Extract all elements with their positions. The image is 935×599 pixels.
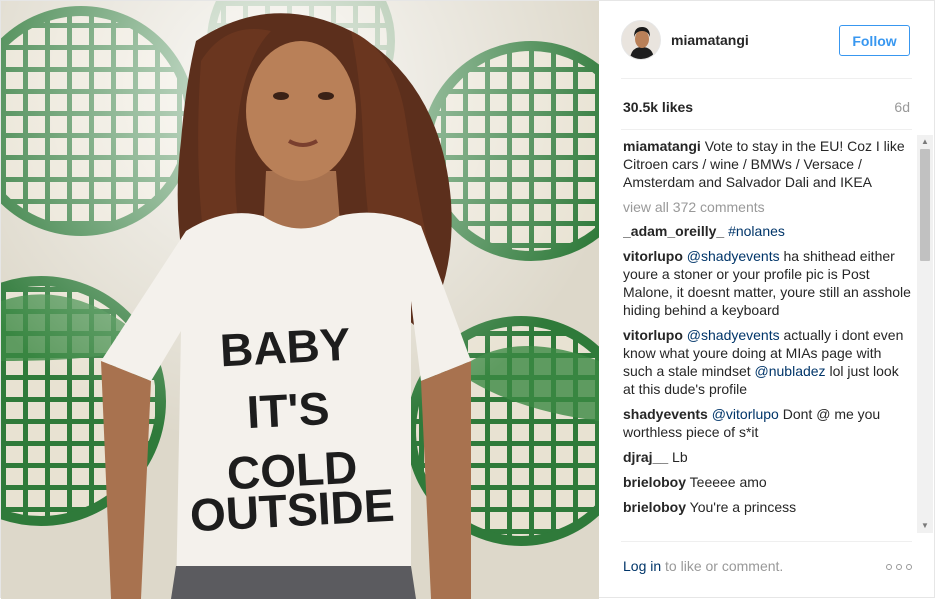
login-link[interactable]: Log in [623,558,661,574]
comment: brieloboy You're a princess [623,498,913,516]
comment-container: _adam_oreilly_ #nolanes vitorlupo @shadye… [623,222,913,516]
shirt-text-line-2: IT'S [246,382,331,438]
follow-button[interactable]: Follow [839,25,910,56]
comment: _adam_oreilly_ #nolanes [623,222,913,240]
footer-divider [621,541,912,542]
view-all-comments-link[interactable]: view all 372 comments [623,198,913,216]
post-photo-illustration: BABY IT'S COLD OUTSIDE [1,1,599,599]
comment-text: Lb [672,449,688,465]
more-dot [886,564,892,570]
header-divider [621,78,912,79]
scroll-up-arrow-icon[interactable]: ▲ [917,135,933,149]
comment-author[interactable]: shadyevents [623,406,708,422]
avatar[interactable] [621,20,661,60]
comment: djraj__ Lb [623,448,913,466]
login-prompt: Log in to like or comment. [623,558,783,574]
comment-author[interactable]: djraj__ [623,449,668,465]
likes-row: 30.5k likes 6d [621,99,912,119]
likes-divider [621,129,912,130]
avatar-image [622,21,660,59]
comments-list[interactable]: miamatangi Vote to stay in the EU! Coz I… [623,137,913,533]
instagram-post: BABY IT'S COLD OUTSIDE miamatangi Follow [0,0,935,599]
post-author-username[interactable]: miamatangi [671,32,749,48]
shirt-text-line-4: OUTSIDE [189,479,396,542]
caption-author[interactable]: miamatangi [623,138,701,154]
likes-count[interactable]: 30.5k likes [623,99,693,115]
comment-mention-link[interactable]: @shadyevents [687,327,780,343]
comment-author[interactable]: vitorlupo [623,327,683,343]
comment-hashtag-link[interactable]: #nolanes [728,223,785,239]
shirt-text-line-1: BABY [219,318,352,377]
comment: vitorlupo @shadyevents ha shithead eithe… [623,247,913,319]
comment-mention-link[interactable]: @shadyevents [687,248,780,264]
more-dot [906,564,912,570]
comment: brieloboy Teeeee amo [623,473,913,491]
comment-author[interactable]: _adam_oreilly_ [623,223,724,239]
comment: vitorlupo @shadyevents actually i dont e… [623,326,913,398]
post-footer: Log in to like or comment. [599,541,935,599]
comment-author[interactable]: brieloboy [623,474,686,490]
post-photo[interactable]: BABY IT'S COLD OUTSIDE [1,1,599,599]
comment: shadyevents @vitorlupo Dont @ me you wor… [623,405,913,441]
comment-text: Teeeee amo [689,474,767,490]
more-dot [896,564,902,570]
scroll-down-arrow-icon[interactable]: ▼ [917,519,933,533]
comment-author[interactable]: vitorlupo [623,248,683,264]
caption: miamatangi Vote to stay in the EU! Coz I… [623,137,913,191]
comments-scrollbar[interactable]: ▲ ▼ [917,135,933,533]
post-age[interactable]: 6d [894,99,910,115]
more-options-icon[interactable] [886,560,912,574]
post-header: miamatangi Follow [599,1,935,79]
login-suffix: to like or comment. [665,558,784,574]
post-side-panel: miamatangi Follow 30.5k likes 6d miamata… [599,1,935,599]
scroll-thumb[interactable] [920,149,930,261]
comment-author[interactable]: brieloboy [623,499,686,515]
comment-mention-link[interactable]: @vitorlupo [712,406,779,422]
comment-text: You're a princess [689,499,797,515]
comment-mention-link[interactable]: @nubladez [755,363,826,379]
